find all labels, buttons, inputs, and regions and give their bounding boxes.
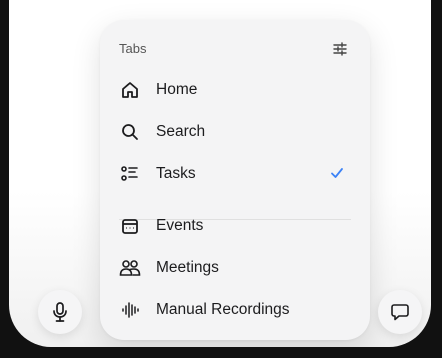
home-icon bbox=[119, 79, 141, 101]
microphone-icon bbox=[53, 302, 67, 322]
menu-item-label: Meetings bbox=[156, 259, 219, 276]
waveform-icon bbox=[119, 299, 141, 321]
app-screen: Tabs Home Search Tasks Events Meetings M… bbox=[9, 0, 431, 347]
people-icon bbox=[119, 257, 141, 279]
chat-button[interactable] bbox=[378, 290, 422, 334]
search-icon bbox=[119, 121, 141, 143]
tabs-menu: Tabs Home Search Tasks Events Meetings M… bbox=[100, 20, 370, 340]
menu-item-label: Search bbox=[156, 123, 206, 140]
menu-item-tasks[interactable]: Tasks bbox=[119, 157, 351, 191]
menu-header: Tabs bbox=[119, 38, 351, 60]
menu-item-meetings[interactable]: Meetings bbox=[119, 251, 351, 285]
sliders-icon bbox=[333, 42, 347, 56]
menu-title: Tabs bbox=[119, 41, 147, 56]
device-frame: Tabs Home Search Tasks Events Meetings M… bbox=[0, 0, 442, 358]
menu-item-events[interactable]: Events bbox=[119, 209, 351, 243]
filter-button[interactable] bbox=[329, 38, 351, 60]
checkmark-icon bbox=[331, 168, 343, 178]
menu-item-label: Manual Recordings bbox=[156, 301, 290, 318]
microphone-button[interactable] bbox=[38, 290, 82, 334]
menu-item-manual-recordings[interactable]: Manual Recordings bbox=[119, 293, 351, 327]
menu-item-home[interactable]: Home bbox=[119, 73, 351, 107]
menu-item-label: Events bbox=[156, 217, 204, 234]
chat-bubble-icon bbox=[391, 304, 409, 321]
tasks-list-icon bbox=[119, 163, 141, 185]
menu-item-label: Home bbox=[156, 81, 198, 98]
calendar-icon bbox=[119, 215, 141, 237]
menu-item-label: Tasks bbox=[156, 165, 196, 182]
menu-item-search[interactable]: Search bbox=[119, 115, 351, 149]
